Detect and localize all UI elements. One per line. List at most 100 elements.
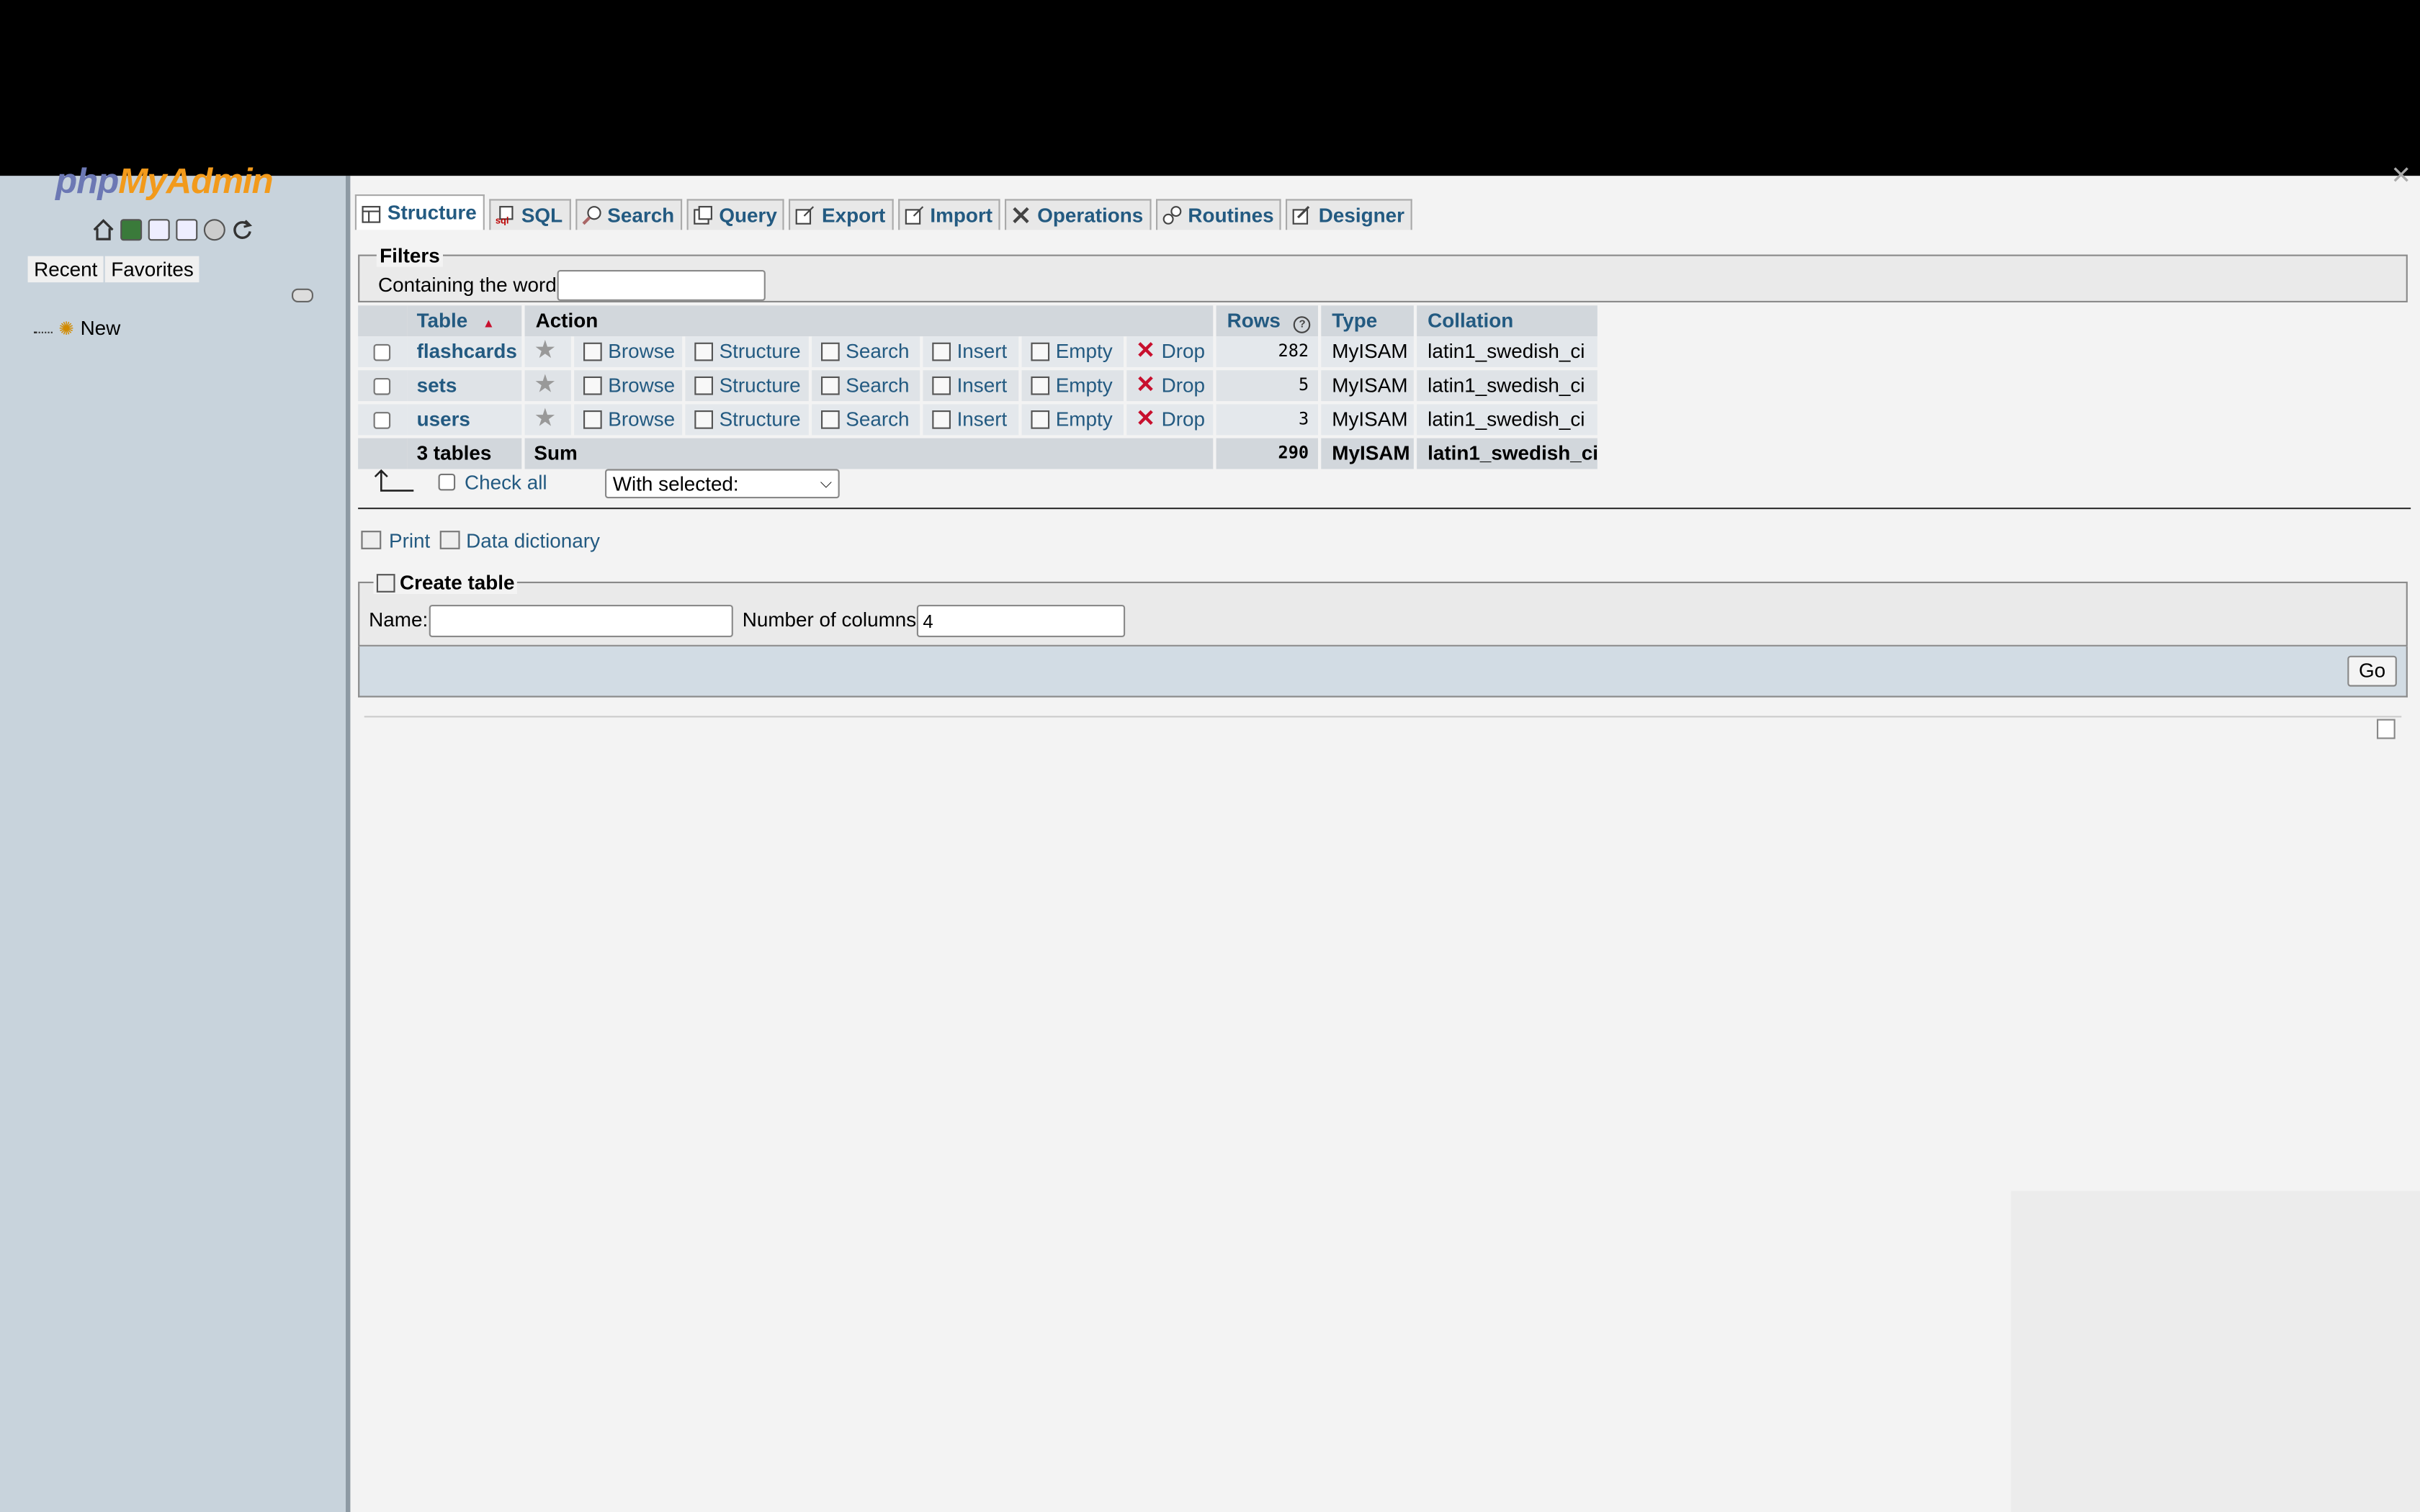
insert-icon [932,376,951,395]
help-icon[interactable]: ? [1294,316,1311,333]
row-count: 3 [1216,404,1318,436]
check-all-link[interactable]: Check all [465,471,547,494]
docs-icon[interactable] [148,219,170,241]
tab-import[interactable]: Import [897,199,1000,230]
structure-icon [694,376,713,395]
drop-action[interactable]: ✕ Drop [1126,336,1214,367]
tree-line [34,323,53,333]
sql-query-icon[interactable] [120,219,143,241]
search-action[interactable]: Search [812,404,920,436]
tab-structure[interactable]: Structure [354,194,485,230]
columns-label: Number of columns: [742,608,922,631]
favorite-star-icon[interactable]: ★ [524,404,571,436]
sum-type: MyISAM [1321,438,1414,469]
empty-action[interactable]: Empty [1021,404,1124,436]
collation: latin1_swedish_ci [1417,370,1597,402]
favorite-star-icon[interactable]: ★ [524,370,571,402]
collation: latin1_swedish_ci [1417,336,1597,367]
check-all-checkbox[interactable] [438,473,456,491]
close-icon[interactable]: ✕ [2390,161,2411,192]
row-checkbox[interactable] [373,343,391,361]
table-link[interactable]: users [417,408,470,431]
go-button[interactable]: Go [2347,655,2397,687]
navigation-resizer[interactable] [346,176,351,1512]
import-icon [905,206,923,225]
print-icon [361,531,382,549]
structure-action[interactable]: Structure [685,336,809,367]
table-name-input[interactable] [429,605,733,637]
data-dictionary-link[interactable]: Data dictionary [466,529,600,552]
search-action[interactable]: Search [812,370,920,402]
sum-collation: latin1_swedish_ci [1417,438,1598,469]
console-panel-area [2011,1191,2420,1512]
insert-action[interactable]: Insert [923,370,1019,402]
create-table-legend: Create table [373,570,518,594]
table-link[interactable]: flashcards [417,339,517,362]
filter-label: Containing the word: [378,273,563,297]
navigation-panel [0,176,346,1512]
print-link[interactable]: Print [389,529,430,552]
nav-tab-favorites[interactable]: Favorites [104,256,200,283]
tab-operations[interactable]: Operations [1005,199,1152,230]
empty-action[interactable]: Empty [1021,370,1124,402]
header-action: Action [524,305,1214,337]
tab-search[interactable]: Search [575,199,682,230]
empty-icon [1031,342,1050,361]
table-link[interactable]: sets [417,374,457,397]
name-label: Name: [369,608,429,631]
row-count: 5 [1216,370,1318,402]
phpmyadmin-logo[interactable]: phpMyAdmin [55,161,273,202]
insert-icon [932,342,951,361]
home-icon[interactable] [93,219,115,240]
link-with-main-panel-icon[interactable] [292,288,313,302]
filter-input[interactable] [557,270,766,301]
reload-icon[interactable] [231,219,253,240]
drop-action[interactable]: ✕ Drop [1126,404,1214,436]
browse-action[interactable]: Browse [574,370,683,402]
nav-tab-recent[interactable]: Recent [27,256,104,283]
with-selected-select[interactable]: With selected: ⌵ [605,469,840,499]
row-count: 282 [1216,336,1318,367]
header-table[interactable]: Table ▲ [407,305,522,337]
structure-icon [362,204,381,222]
insert-action[interactable]: Insert [923,404,1019,436]
columns-input[interactable] [916,605,1126,637]
engine-type: MyISAM [1321,404,1414,436]
favorite-star-icon[interactable]: ★ [524,336,571,367]
insert-action[interactable]: Insert [923,336,1019,367]
chevron-down-icon: ⌵ [820,475,832,492]
structure-icon [694,410,713,429]
structure-action[interactable]: Structure [685,404,809,436]
structure-action[interactable]: Structure [685,370,809,402]
search-action[interactable]: Search [812,336,920,367]
browse-action[interactable]: Browse [574,404,683,436]
drop-icon: ✕ [1136,372,1156,398]
row-checkbox[interactable] [373,378,391,395]
help-icon[interactable] [176,219,198,241]
search-icon [821,342,840,361]
settings-icon[interactable] [203,219,225,241]
tab-routines[interactable]: Routines [1155,199,1282,230]
nav-item-new[interactable]: ✺ New [34,316,120,339]
page-bottom-divider [364,716,2402,718]
data-dictionary-icon [439,531,460,549]
insert-icon [932,410,951,429]
drop-action[interactable]: ✕ Drop [1126,370,1214,402]
empty-action[interactable]: Empty [1021,336,1124,367]
sum-rows: 290 [1216,438,1318,469]
empty-icon [1031,376,1050,395]
header-rows[interactable]: Rows ? [1216,305,1318,337]
header-type[interactable]: Type [1321,305,1414,337]
header-collation[interactable]: Collation [1417,305,1597,337]
tab-query[interactable]: Query [686,199,785,230]
table-count: 3 tables [407,438,522,469]
drop-icon: ✕ [1136,405,1156,432]
drop-icon: ✕ [1136,338,1156,364]
browse-action[interactable]: Browse [574,336,683,367]
tab-export[interactable]: Export [789,199,893,230]
console-toggle-icon[interactable] [2377,719,2396,739]
nav-new-label: New [80,316,121,340]
tab-designer[interactable]: Designer [1286,199,1412,230]
tab-sql[interactable]: sql SQL [488,199,570,230]
row-checkbox[interactable] [373,412,391,429]
